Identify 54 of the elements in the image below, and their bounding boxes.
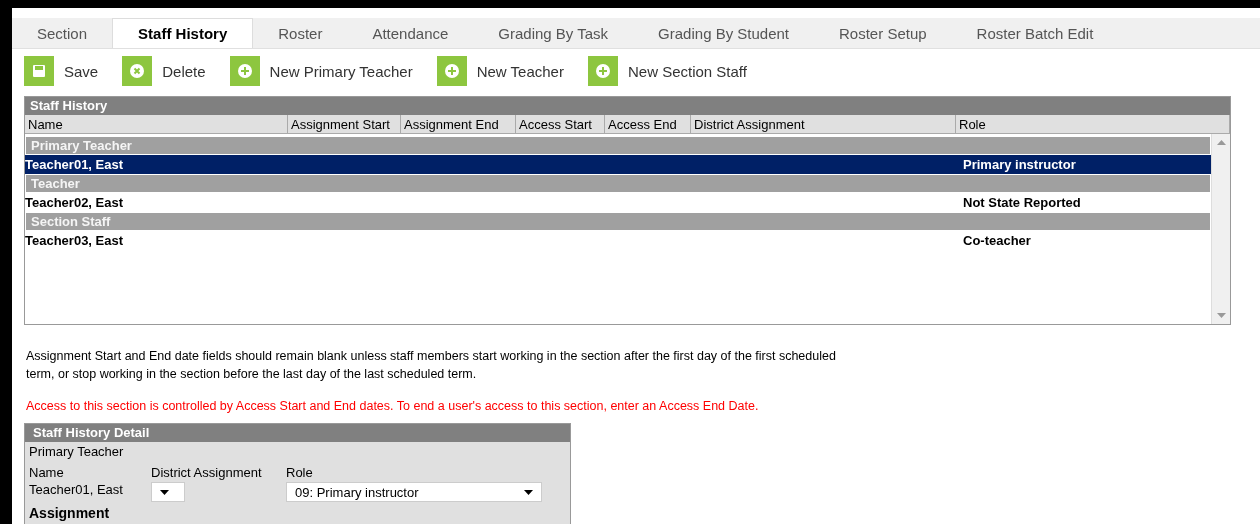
district-dropdown[interactable]	[151, 482, 185, 502]
group-header: Section Staff	[25, 212, 1211, 231]
scroll-down-icon[interactable]	[1216, 313, 1226, 318]
info-text: Assignment Start and End date fields should remain blank unless staff members start working in the section after the first day of the first scheduled term, or stop working in the section before the last day of the last scheduled term.	[26, 348, 837, 383]
section-heading: Assignment	[28, 504, 111, 520]
field-label: Role	[286, 465, 314, 480]
panel-title: Staff History Detail	[25, 424, 570, 442]
delete-icon	[122, 56, 153, 86]
field-label: Name	[29, 465, 65, 480]
column-header[interactable]: District Assignment	[691, 115, 956, 133]
group-header: Primary Teacher	[25, 136, 1211, 155]
column-header[interactable]: Assignment Start	[288, 115, 401, 133]
column-header[interactable]: Assignment End	[401, 115, 516, 133]
tab[interactable]: Grading By Task	[473, 18, 634, 48]
tab[interactable]: Roster Batch Edit	[951, 18, 1119, 48]
column-header[interactable]: Name	[25, 115, 288, 133]
scroll-up-icon[interactable]	[1216, 140, 1226, 145]
role-cell-text: Primary instructor	[962, 157, 1077, 172]
add-icon	[436, 56, 467, 86]
save-button[interactable]: Save	[24, 56, 99, 86]
tab[interactable]: Attendance	[347, 18, 474, 48]
tab[interactable]: Roster Setup	[814, 18, 952, 48]
delete-button[interactable]: Delete	[122, 56, 206, 86]
caret-icon	[524, 489, 533, 495]
table-row[interactable]: Teacher02, East Not State Reported	[25, 193, 1211, 212]
name-value: Teacher01, East	[29, 482, 124, 497]
role-cell-text: Co-teacher	[962, 233, 1032, 248]
column-header[interactable]: Role	[956, 115, 1230, 133]
tab[interactable]: Staff History	[112, 18, 254, 48]
add-icon	[587, 56, 618, 86]
field-label: District Assignment	[151, 465, 263, 480]
add-icon	[229, 56, 260, 86]
name-cell-text: Teacher01, East	[25, 157, 125, 172]
name-cell-text: Teacher03, East	[25, 233, 125, 248]
role-dropdown[interactable]: 09: Primary instructor	[286, 482, 542, 502]
tab[interactable]: Section	[12, 18, 113, 48]
add-button[interactable]: New Section Staff	[587, 56, 747, 86]
save-icon	[24, 56, 54, 86]
caret-icon	[160, 489, 169, 495]
tab[interactable]: Grading By Student	[633, 18, 815, 48]
group-label: Primary Teacher	[28, 443, 125, 461]
group-header: Teacher	[25, 174, 1211, 193]
name-cell-text: Teacher02, East	[25, 195, 125, 210]
scrollbar[interactable]	[1211, 134, 1230, 324]
table-row[interactable]: Teacher01, East Primary instructor	[25, 155, 1211, 174]
add-button[interactable]: New Teacher	[436, 56, 564, 86]
role-cell-text: Not State Reported	[962, 195, 1082, 210]
tab[interactable]: Roster	[253, 18, 348, 48]
warning-text: Access to this section is controlled by Access Start and End dates. To end a user's access to this section, enter an Access End Date.	[26, 398, 760, 415]
add-button[interactable]: New Primary Teacher	[229, 56, 413, 86]
table-row[interactable]: Teacher03, East Co-teacher	[25, 231, 1211, 250]
panel-title: Staff History	[25, 97, 1230, 115]
column-header[interactable]: Access End	[605, 115, 691, 133]
column-header[interactable]: Access Start	[516, 115, 605, 133]
